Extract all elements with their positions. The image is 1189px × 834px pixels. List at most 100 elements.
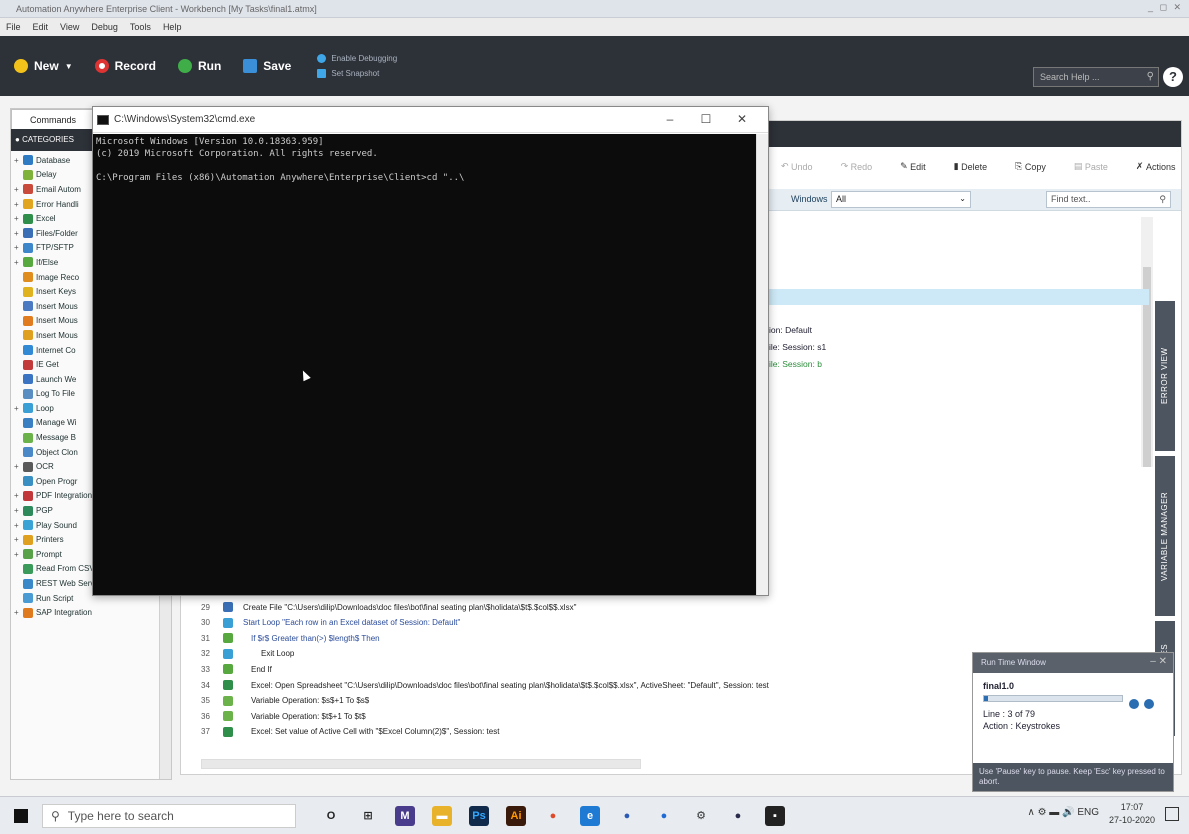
task-line-text[interactable]: ile: Session: s1 — [769, 342, 826, 352]
tab-error-view[interactable]: ERROR VIEW — [1155, 301, 1175, 451]
menu-view[interactable]: View — [60, 22, 79, 32]
cmd-scrollbar[interactable] — [756, 134, 768, 595]
clock[interactable]: 17:07 27-10-2020 — [1109, 801, 1155, 827]
set-snapshot-option[interactable]: Set Snapshot — [317, 69, 397, 78]
expand-icon[interactable]: + — [14, 521, 23, 530]
enable-debugging-option[interactable]: Enable Debugging — [317, 54, 397, 63]
find-text-input[interactable]: Find text.. ⚲ — [1046, 191, 1171, 208]
collapse-icon[interactable]: ● — [15, 135, 22, 144]
task-line[interactable]: 29 Create File "C:\Users\dilip\Downloads\… — [201, 601, 576, 613]
expand-icon[interactable]: + — [14, 243, 23, 252]
category-label: Database — [36, 155, 71, 165]
stop-button[interactable] — [1144, 698, 1155, 709]
expand-icon[interactable]: + — [14, 156, 23, 165]
expand-icon[interactable]: + — [14, 608, 23, 617]
task-line[interactable]: 31 If $r$ Greater than(>) $length$ Then — [201, 632, 380, 644]
system-tray[interactable]: ∧ ⚙ ▬ 🔊 ENG — [1027, 807, 1099, 818]
notification-icon[interactable] — [1165, 807, 1179, 821]
console-line: (c) 2019 Microsoft Corporation. All righ… — [96, 149, 378, 159]
play-icon — [177, 59, 192, 73]
windows-label: Windows — [791, 194, 828, 204]
menu-debug[interactable]: Debug — [91, 22, 118, 32]
command-icon — [223, 633, 233, 644]
record-button[interactable]: Record — [94, 59, 156, 73]
task-line[interactable]: 36 Variable Operation: $t$+1 To $t$ — [201, 710, 366, 722]
running-task-name: final1.0 — [983, 681, 1015, 691]
cmd-icon[interactable]: ▪ — [765, 805, 785, 826]
redo-button[interactable]: ↷ Redo — [841, 161, 887, 172]
new-button[interactable]: New ▼ — [14, 59, 73, 73]
cortana-icon[interactable]: O — [321, 805, 341, 826]
run-time-title-bar: Run Time Window – ✕ — [973, 653, 1173, 673]
expand-icon[interactable]: + — [14, 404, 23, 413]
pinned-apps: O ⊞ M ▬ Ps Ai ● e ● ● ⚙ ● ▪ — [304, 805, 785, 826]
photoshop-icon[interactable]: Ps — [469, 805, 489, 826]
settings-icon[interactable]: ⚙ — [691, 805, 711, 826]
menu-help[interactable]: Help — [163, 22, 182, 32]
cmd-title-bar[interactable]: C:\Windows\System32\cmd.exe – ☐ ✕ — [93, 107, 768, 133]
chrome-icon[interactable]: ● — [543, 805, 563, 826]
expand-icon[interactable]: + — [14, 462, 23, 471]
task-line[interactable]: 32 Exit Loop — [201, 648, 294, 660]
copy-button[interactable]: ⎘ Copy — [1015, 161, 1060, 172]
search-help-input[interactable]: Search Help ... ⚲ — [1033, 67, 1159, 87]
expand-icon[interactable]: + — [14, 200, 23, 209]
expand-icon[interactable]: + — [14, 550, 23, 559]
search-icon[interactable]: ⚲ — [1147, 71, 1154, 82]
edit-button[interactable]: ✎ Edit — [900, 161, 940, 172]
tab-variable-manager[interactable]: VARIABLE MANAGER — [1155, 456, 1175, 616]
task-line-text[interactable]: ile: Session: b — [769, 359, 822, 369]
file-explorer-icon[interactable]: ▬ — [432, 805, 452, 826]
menu-file[interactable]: File — [6, 22, 21, 32]
menu-tools[interactable]: Tools — [130, 22, 151, 32]
task-line[interactable]: 33 End If — [201, 663, 272, 675]
task-line[interactable]: 34 Excel: Open Spreadsheet "C:\Users\dili… — [201, 679, 769, 691]
help-icon[interactable]: ? — [1163, 67, 1183, 87]
delete-button[interactable]: ▮ Delete — [954, 161, 1001, 172]
task-view-icon[interactable]: ⊞ — [358, 805, 378, 826]
expand-icon[interactable]: + — [14, 535, 23, 544]
task-line[interactable]: 37 Excel: Set value of Active Cell with "… — [201, 726, 499, 738]
windows-start-icon[interactable] — [14, 808, 28, 823]
expand-icon[interactable]: + — [14, 229, 23, 238]
maximize-button[interactable]: ☐ — [688, 112, 724, 126]
windows-select[interactable]: All ⌄ — [831, 191, 971, 208]
menu-edit[interactable]: Edit — [33, 22, 49, 32]
editor-scrollbar[interactable] — [1141, 217, 1153, 467]
horizontal-scrollbar[interactable] — [201, 759, 641, 769]
save-icon — [243, 59, 258, 73]
vs-icon[interactable]: M — [395, 805, 415, 826]
save-button[interactable]: Save — [243, 59, 291, 73]
expand-icon[interactable]: + — [14, 214, 23, 223]
console-line: Microsoft Windows [Version 10.0.18363.95… — [96, 137, 324, 147]
illustrator-icon[interactable]: Ai — [506, 805, 526, 826]
expand-icon[interactable]: + — [14, 258, 23, 267]
console-line: C:\Program Files (x86)\Automation Anywhe… — [96, 173, 465, 183]
pause-button[interactable] — [1128, 698, 1139, 709]
minimize-close-icons[interactable]: – ✕ — [1150, 656, 1167, 667]
taskbar-search-input[interactable]: ⚲ Type here to search — [42, 803, 296, 828]
cmd-window[interactable]: C:\Windows\System32\cmd.exe – ☐ ✕ Micros… — [92, 106, 769, 596]
close-button[interactable]: ✕ — [724, 112, 760, 126]
expand-icon[interactable]: + — [14, 506, 23, 515]
minimize-button[interactable]: – — [652, 112, 688, 126]
run-button[interactable]: Run — [177, 59, 221, 73]
category-item[interactable]: + SAP Integration — [14, 605, 171, 620]
window-controls[interactable]: _ ◻ ✕ — [1148, 2, 1183, 13]
task-line-text[interactable]: ion: Default — [769, 325, 812, 335]
firefox-icon[interactable]: ● — [728, 805, 748, 826]
cmd-console[interactable]: Microsoft Windows [Version 10.0.18363.95… — [93, 134, 757, 595]
chevron-down-icon[interactable]: ▼ — [65, 62, 73, 71]
task-line[interactable]: 35 Variable Operation: $s$+1 To $s$ — [201, 695, 369, 707]
paste-button[interactable]: ▤ Paste — [1074, 161, 1122, 172]
tab-commands[interactable]: Commands — [11, 109, 95, 129]
undo-button[interactable]: ↶ Undo — [781, 161, 827, 172]
edge-icon[interactable]: e — [580, 805, 600, 826]
command-icon — [223, 648, 233, 659]
aa-icon[interactable]: ● — [654, 805, 674, 826]
actions-button[interactable]: ✗ Actions — [1136, 161, 1189, 172]
task-line[interactable]: 30 Start Loop "Each row in an Excel datas… — [201, 617, 460, 629]
expand-icon[interactable]: + — [14, 185, 23, 194]
expand-icon[interactable]: + — [14, 491, 23, 500]
app-icon[interactable]: ● — [617, 805, 637, 826]
